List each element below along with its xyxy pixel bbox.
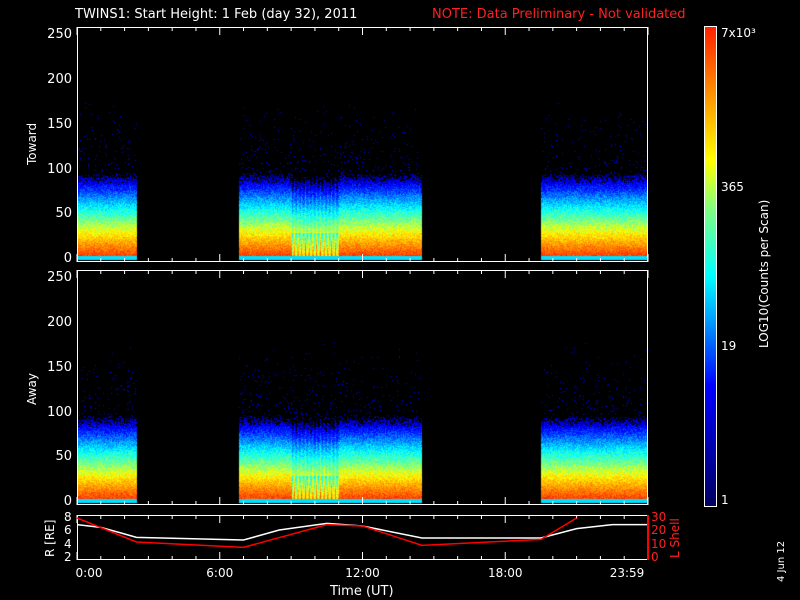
r-tick-label: 8	[64, 510, 72, 524]
lshell-tick-label: 0	[651, 550, 659, 564]
r-tick-label: 2	[64, 550, 72, 564]
r-tick-label: 4	[64, 536, 72, 551]
colorbar-tick-19: 19	[721, 339, 737, 353]
lshell-tick-label: 10	[651, 536, 667, 551]
date-stamp: 4 Jun 12	[776, 540, 787, 582]
colorbar	[704, 26, 717, 507]
x-tick-label: 23:59	[609, 566, 645, 580]
lshell-tick-label: 20	[651, 523, 667, 538]
lshell-line	[76, 517, 578, 549]
lshell-axis-label: L Shell	[668, 518, 682, 558]
colorbar-tick-365: 365	[721, 180, 744, 194]
colorbar-tick-max: 7x10³	[721, 26, 756, 40]
orbit-plot	[76, 27, 649, 560]
lshell-tick-label: 30	[651, 510, 667, 524]
colorbar-tick-1: 1	[721, 493, 729, 507]
x-axis-label: Time (UT)	[330, 584, 394, 599]
r-axis-label: R [RE]	[43, 519, 57, 557]
r-tick-label: 6	[64, 523, 72, 538]
x-tick-label: 0:00	[75, 566, 103, 580]
x-tick-label: 12:00	[345, 566, 380, 580]
colorbar-label: LOG10(Counts per Scan)	[757, 199, 771, 348]
x-tick-label: 6:00	[206, 566, 234, 580]
x-tick-label: 18:00	[487, 566, 523, 580]
